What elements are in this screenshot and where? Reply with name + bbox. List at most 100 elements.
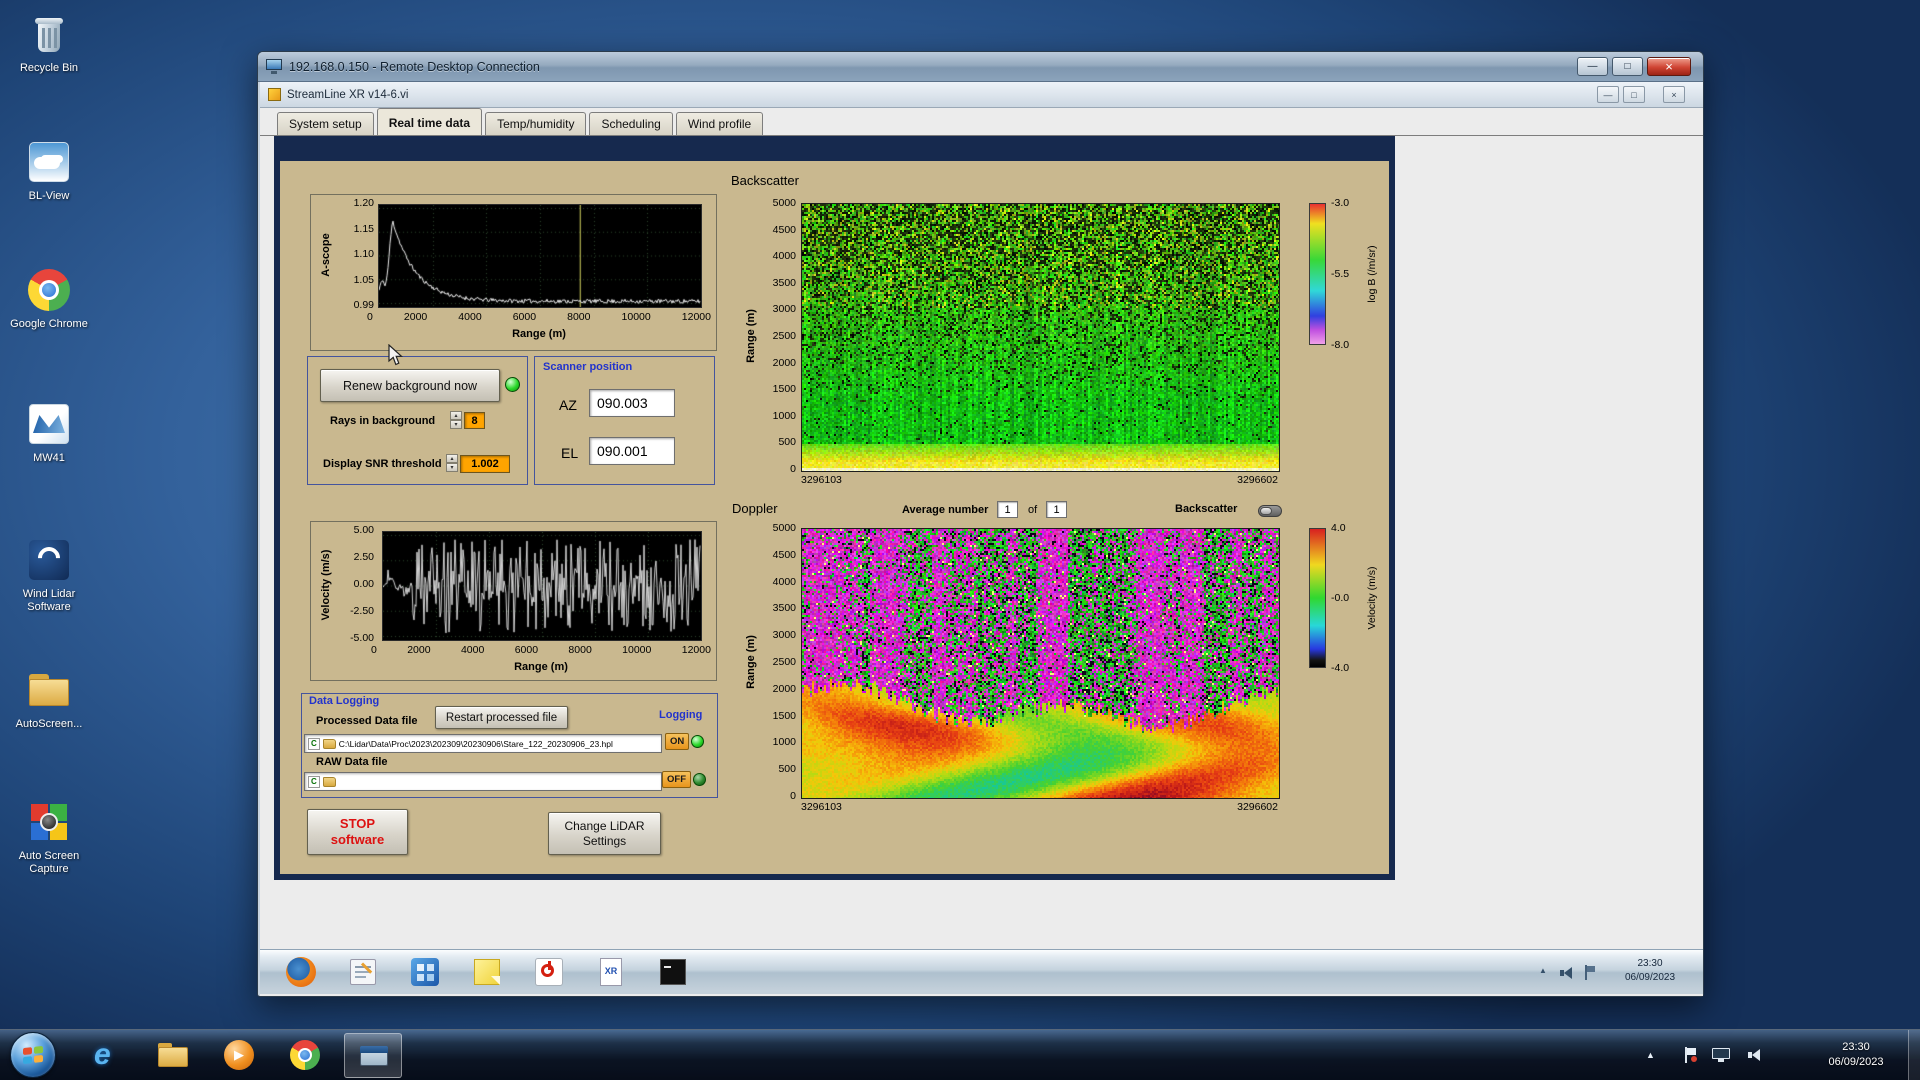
az-value-field[interactable]: 090.003: [589, 389, 675, 417]
desktop-icon-google-chrome[interactable]: Google Chrome: [4, 266, 94, 331]
xr-document-icon[interactable]: XR: [595, 956, 627, 988]
front-panel-frame: A-scope 1.20 1.15 1.10 1.05 0.99 0 2000 4000 60…: [274, 136, 1395, 880]
folder-icon[interactable]: [322, 738, 336, 749]
terminal-icon[interactable]: [657, 956, 689, 988]
desktop-icon-recycle-bin[interactable]: Recycle Bin: [4, 10, 94, 75]
rdp-window: 192.168.0.150 - Remote Desktop Connectio…: [257, 51, 1704, 997]
change-settings-label-2: Settings: [582, 833, 627, 848]
tab-wind-profile[interactable]: Wind profile: [675, 112, 764, 135]
drive-icon: C: [308, 737, 320, 750]
action-center-flag-icon[interactable]: [1684, 1047, 1697, 1063]
processed-path-field[interactable]: C C:\Lidar\Data\Proc\2023\202309\2023090…: [304, 734, 662, 753]
decrement-icon[interactable]: ▾: [450, 420, 462, 429]
internet-explorer-icon[interactable]: e: [94, 1038, 128, 1072]
tick-label: -5.00: [350, 632, 374, 644]
system-clock[interactable]: 23:30 06/09/2023: [1806, 1040, 1906, 1070]
power-button-icon[interactable]: [533, 956, 565, 988]
snr-stepper[interactable]: ▴ ▾: [446, 454, 458, 472]
raw-path-field[interactable]: C: [304, 772, 662, 791]
ascope-plot-canvas[interactable]: [378, 204, 702, 308]
desktop-icon-auto-screen-capture[interactable]: Auto Screen Capture: [4, 798, 94, 876]
volume-icon[interactable]: [1748, 1048, 1764, 1062]
remote-desktop-icon: [266, 59, 282, 74]
restart-processed-file-button[interactable]: Restart processed file: [435, 706, 568, 729]
app-titlebar[interactable]: StreamLine XR v14-6.vi — □ ×: [260, 82, 1703, 108]
rays-value-field[interactable]: 8: [464, 412, 485, 429]
chrome-taskbar-icon[interactable]: [288, 1038, 322, 1072]
renew-background-button[interactable]: Renew background now: [320, 369, 500, 402]
app-maximize-icon[interactable]: □: [1623, 86, 1645, 103]
tab-temp-humidity[interactable]: Temp/humidity: [485, 112, 587, 135]
maximize-icon[interactable]: □: [1612, 57, 1643, 76]
snr-value-field[interactable]: 1.002: [460, 455, 510, 473]
on-toggle[interactable]: ON: [665, 733, 690, 750]
stop-software-button[interactable]: STOP software: [307, 809, 408, 855]
decrement-icon[interactable]: ▾: [446, 463, 458, 472]
average-number-label: Average number: [902, 504, 989, 516]
average-number-field[interactable]: 1: [997, 501, 1018, 518]
rdp-titlebar[interactable]: 192.168.0.150 - Remote Desktop Connectio…: [258, 52, 1703, 82]
desktop-icon-mw41[interactable]: MW41: [4, 400, 94, 465]
backscatter-heatmap-canvas[interactable]: [801, 203, 1280, 472]
desktop-icon-bl-view[interactable]: BL-View: [4, 138, 94, 203]
backscatter-title: Backscatter: [731, 173, 799, 188]
app-close-icon[interactable]: ×: [1663, 86, 1685, 103]
tray-expand-icon[interactable]: ▲: [1539, 966, 1547, 975]
el-value-field[interactable]: 090.001: [589, 437, 675, 465]
doppler-colorbar[interactable]: [1309, 528, 1326, 668]
doppler-y-ticks: 5000 4500 4000 3500 3000 2500 2000 1500 1000 500 0: [758, 523, 796, 802]
mouse-cursor: [388, 344, 403, 366]
tick-label: 500: [778, 763, 796, 776]
increment-icon[interactable]: ▴: [450, 411, 462, 420]
desktop-icon-label: BL-View: [28, 190, 70, 202]
editor-icon[interactable]: [347, 956, 379, 988]
processed-logging-toggle[interactable]: ON: [665, 733, 705, 750]
tab-system-setup[interactable]: System setup: [277, 112, 374, 135]
desktop-icon-autoscreen-folder[interactable]: AutoScreen...: [4, 666, 94, 731]
backscatter-y-ticks: 5000 4500 4000 3500 3000 2500 2000 1500 1000 500 0: [758, 198, 796, 475]
doppler-heatmap-canvas[interactable]: [801, 528, 1280, 799]
average-count-field[interactable]: 1: [1046, 501, 1067, 518]
ascope-x-ticks: 0 2000 4000 6000 8000 10000 12000: [367, 311, 711, 323]
folder-icon[interactable]: [322, 776, 336, 787]
media-player-icon[interactable]: ▶: [222, 1038, 256, 1072]
close-icon[interactable]: ×: [1647, 57, 1691, 76]
stop-label-2: software: [330, 832, 385, 847]
rays-stepper[interactable]: ▴ ▾: [450, 411, 462, 429]
remote-clock[interactable]: 23:30 06/09/2023: [1610, 957, 1690, 985]
backscatter-colorbar[interactable]: [1309, 203, 1326, 345]
el-label: EL: [561, 445, 579, 461]
minimize-icon[interactable]: —: [1577, 57, 1608, 76]
stop-label-1: STOP: [339, 816, 376, 831]
off-toggle[interactable]: OFF: [662, 771, 691, 788]
start-button[interactable]: [10, 1032, 56, 1078]
firefox-icon[interactable]: [285, 956, 317, 988]
app-minimize-icon[interactable]: —: [1597, 86, 1619, 103]
network-monitor-icon[interactable]: [1712, 1048, 1732, 1064]
tick-label: 0: [367, 311, 373, 323]
backscatter-toggle-switch[interactable]: [1258, 505, 1282, 517]
renew-led-indicator: [505, 377, 520, 392]
tab-scheduling[interactable]: Scheduling: [589, 112, 673, 135]
velocity-plot-canvas[interactable]: [382, 531, 702, 641]
raw-logging-led: [693, 773, 706, 786]
notification-flag-icon[interactable]: [1584, 965, 1596, 980]
tray-expand-icon[interactable]: ▲: [1646, 1050, 1655, 1060]
az-label: AZ: [559, 397, 577, 413]
volume-icon[interactable]: [1560, 967, 1574, 979]
raw-logging-toggle[interactable]: OFF: [662, 771, 706, 788]
desktop-icon-wind-lidar[interactable]: Wind Lidar Software: [4, 536, 94, 614]
increment-icon[interactable]: ▴: [446, 454, 458, 463]
tick-label: 4.0: [1331, 522, 1346, 534]
rdp-taskbar-button[interactable]: [344, 1033, 402, 1078]
sticky-notes-icon[interactable]: [471, 956, 503, 988]
front-panel: A-scope 1.20 1.15 1.10 1.05 0.99 0 2000 4000 60…: [280, 161, 1389, 874]
logging-label: Logging: [659, 709, 703, 721]
tab-real-time-data[interactable]: Real time data: [376, 108, 483, 135]
tick-label: 1.15: [353, 222, 374, 235]
explorer-icon[interactable]: [156, 1039, 190, 1073]
remote-app-icon[interactable]: [409, 956, 441, 988]
tick-label: 5000: [772, 522, 796, 534]
change-lidar-settings-button[interactable]: Change LiDAR Settings: [548, 812, 661, 855]
show-desktop-button[interactable]: [1908, 1030, 1920, 1080]
